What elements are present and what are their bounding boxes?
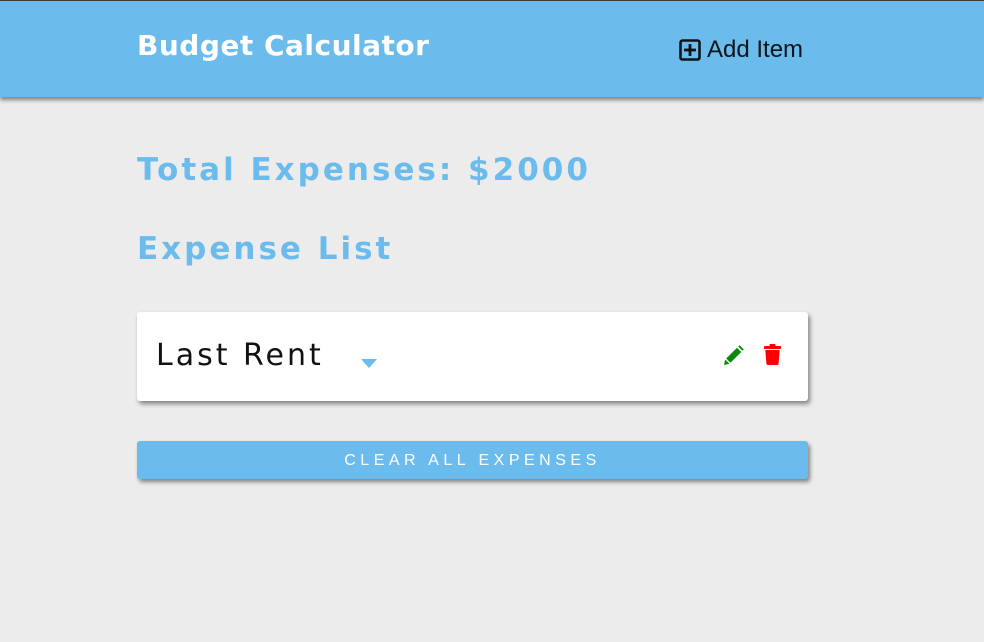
app-title: Budget Calculator [137, 29, 430, 62]
add-item-button[interactable]: Add Item [679, 36, 803, 64]
total-expenses: Total Expenses: $2000 [137, 152, 591, 188]
caret-down-icon[interactable] [361, 353, 377, 372]
delete-button[interactable] [764, 344, 781, 369]
trash-icon [764, 344, 781, 365]
clear-all-expenses-button[interactable]: CLEAR ALL EXPENSES [137, 441, 808, 479]
expense-list-title: Expense List [137, 231, 394, 267]
expense-item: Last Rent [137, 312, 808, 401]
pencil-icon [724, 345, 744, 365]
add-item-label: Add Item [707, 36, 804, 63]
edit-button[interactable] [724, 345, 744, 369]
expense-item-name: Last Rent [156, 338, 324, 373]
app-header: Budget Calculator Add Item [0, 0, 984, 97]
plus-square-icon [679, 39, 701, 61]
